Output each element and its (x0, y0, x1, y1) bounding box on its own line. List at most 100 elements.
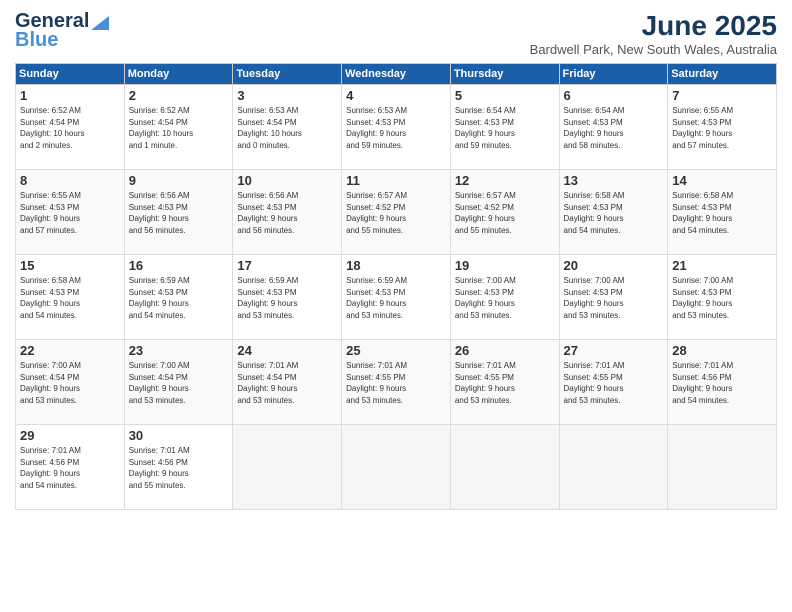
calendar-header-row: SundayMondayTuesdayWednesdayThursdayFrid… (16, 64, 777, 85)
col-header-tuesday: Tuesday (233, 64, 342, 85)
calendar-cell (559, 425, 668, 510)
calendar-cell: 2 Sunrise: 6:52 AM Sunset: 4:54 PM Daylig… (124, 85, 233, 170)
day-number: 28 (672, 343, 772, 358)
calendar-cell: 26 Sunrise: 7:01 AM Sunset: 4:55 PM Dayli… (450, 340, 559, 425)
calendar-cell: 7 Sunrise: 6:55 AM Sunset: 4:53 PM Daylig… (668, 85, 777, 170)
calendar-cell: 6 Sunrise: 6:54 AM Sunset: 4:53 PM Daylig… (559, 85, 668, 170)
day-info: Sunrise: 6:59 AM Sunset: 4:53 PM Dayligh… (129, 275, 229, 321)
day-number: 12 (455, 173, 555, 188)
calendar-cell: 5Sunrise: 6:54 AM Sunset: 4:53 PM Daylig… (450, 85, 559, 170)
day-number: 25 (346, 343, 446, 358)
calendar-cell: 14Sunrise: 6:58 AM Sunset: 4:53 PM Dayli… (668, 170, 777, 255)
col-header-saturday: Saturday (668, 64, 777, 85)
day-info: Sunrise: 6:53 AM Sunset: 4:54 PM Dayligh… (237, 105, 337, 151)
day-number: 9 (129, 173, 229, 188)
day-number: 4 (346, 88, 446, 103)
col-header-sunday: Sunday (16, 64, 125, 85)
day-info: Sunrise: 6:58 AM Sunset: 4:53 PM Dayligh… (564, 190, 664, 236)
calendar-cell: 10 Sunrise: 6:56 AM Sunset: 4:53 PM Dayli… (233, 170, 342, 255)
week-row-4: 22 Sunrise: 7:00 AM Sunset: 4:54 PM Dayli… (16, 340, 777, 425)
day-number: 6 (564, 88, 664, 103)
col-header-thursday: Thursday (450, 64, 559, 85)
day-number: 21 (672, 258, 772, 273)
week-row-2: 8 Sunrise: 6:55 AM Sunset: 4:53 PM Daylig… (16, 170, 777, 255)
day-info: Sunrise: 6:53 AM Sunset: 4:53 PM Dayligh… (346, 105, 446, 151)
day-number: 23 (129, 343, 229, 358)
day-info: Sunrise: 7:00 AM Sunset: 4:53 PM Dayligh… (564, 275, 664, 321)
calendar-cell (668, 425, 777, 510)
calendar-cell (342, 425, 451, 510)
day-number: 1 (20, 88, 120, 103)
day-number: 24 (237, 343, 337, 358)
calendar-cell: 11 Sunrise: 6:57 AM Sunset: 4:52 PM Dayli… (342, 170, 451, 255)
day-info: Sunrise: 7:00 AM Sunset: 4:53 PM Dayligh… (672, 275, 772, 321)
calendar-cell: 27 Sunrise: 7:01 AM Sunset: 4:55 PM Dayli… (559, 340, 668, 425)
calendar-cell (233, 425, 342, 510)
day-number: 30 (129, 428, 229, 443)
logo: General Blue (15, 10, 109, 52)
calendar-cell: 12 Sunrise: 6:57 AM Sunset: 4:52 PM Dayli… (450, 170, 559, 255)
calendar-cell: 30 Sunrise: 7:01 AM Sunset: 4:56 PM Dayli… (124, 425, 233, 510)
calendar-cell: 29Sunrise: 7:01 AM Sunset: 4:56 PM Dayli… (16, 425, 125, 510)
day-info: Sunrise: 7:01 AM Sunset: 4:55 PM Dayligh… (346, 360, 446, 406)
day-number: 2 (129, 88, 229, 103)
calendar-cell: 13Sunrise: 6:58 AM Sunset: 4:53 PM Dayli… (559, 170, 668, 255)
day-info: Sunrise: 7:00 AM Sunset: 4:53 PM Dayligh… (455, 275, 555, 321)
day-info: Sunrise: 7:00 AM Sunset: 4:54 PM Dayligh… (129, 360, 229, 406)
day-number: 15 (20, 258, 120, 273)
page-header: General Blue June 2025 Bardwell Park, Ne… (15, 10, 777, 57)
day-number: 29 (20, 428, 120, 443)
calendar-cell: 21 Sunrise: 7:00 AM Sunset: 4:53 PM Dayli… (668, 255, 777, 340)
day-info: Sunrise: 7:01 AM Sunset: 4:55 PM Dayligh… (455, 360, 555, 406)
calendar-cell: 24 Sunrise: 7:01 AM Sunset: 4:54 PM Dayli… (233, 340, 342, 425)
week-row-3: 15 Sunrise: 6:58 AM Sunset: 4:53 PM Dayli… (16, 255, 777, 340)
day-number: 10 (237, 173, 337, 188)
day-info: Sunrise: 7:01 AM Sunset: 4:54 PM Dayligh… (237, 360, 337, 406)
month-title: June 2025 (530, 10, 777, 42)
calendar-cell: 20 Sunrise: 7:00 AM Sunset: 4:53 PM Dayli… (559, 255, 668, 340)
col-header-wednesday: Wednesday (342, 64, 451, 85)
col-header-monday: Monday (124, 64, 233, 85)
day-number: 19 (455, 258, 555, 273)
day-info: Sunrise: 6:54 AM Sunset: 4:53 PM Dayligh… (455, 105, 555, 151)
week-row-1: 1 Sunrise: 6:52 AM Sunset: 4:54 PM Daylig… (16, 85, 777, 170)
day-number: 11 (346, 173, 446, 188)
day-info: Sunrise: 6:55 AM Sunset: 4:53 PM Dayligh… (20, 190, 120, 236)
calendar-cell: 3Sunrise: 6:53 AM Sunset: 4:54 PM Daylig… (233, 85, 342, 170)
calendar-cell: 17Sunrise: 6:59 AM Sunset: 4:53 PM Dayli… (233, 255, 342, 340)
day-info: Sunrise: 6:58 AM Sunset: 4:53 PM Dayligh… (672, 190, 772, 236)
calendar-cell: 15 Sunrise: 6:58 AM Sunset: 4:53 PM Dayli… (16, 255, 125, 340)
day-info: Sunrise: 7:01 AM Sunset: 4:55 PM Dayligh… (564, 360, 664, 406)
title-section: June 2025 Bardwell Park, New South Wales… (530, 10, 777, 57)
calendar-cell: 16Sunrise: 6:59 AM Sunset: 4:53 PM Dayli… (124, 255, 233, 340)
day-info: Sunrise: 6:59 AM Sunset: 4:53 PM Dayligh… (237, 275, 337, 321)
calendar-cell (450, 425, 559, 510)
day-number: 8 (20, 173, 120, 188)
calendar-cell: 22Sunrise: 7:00 AM Sunset: 4:54 PM Dayli… (16, 340, 125, 425)
calendar-cell: 1 Sunrise: 6:52 AM Sunset: 4:54 PM Daylig… (16, 85, 125, 170)
day-number: 27 (564, 343, 664, 358)
day-info: Sunrise: 6:55 AM Sunset: 4:53 PM Dayligh… (672, 105, 772, 151)
day-info: Sunrise: 6:52 AM Sunset: 4:54 PM Dayligh… (20, 105, 120, 151)
calendar-table: SundayMondayTuesdayWednesdayThursdayFrid… (15, 63, 777, 510)
week-row-5: 29 Sunrise: 7:01 AM Sunset: 4:56 PM Dayli… (16, 425, 777, 510)
day-number: 18 (346, 258, 446, 273)
day-info: Sunrise: 6:56 AM Sunset: 4:53 PM Dayligh… (129, 190, 229, 236)
day-info: Sunrise: 6:54 AM Sunset: 4:53 PM Dayligh… (564, 105, 664, 151)
calendar-cell: 23 Sunrise: 7:00 AM Sunset: 4:54 PM Dayli… (124, 340, 233, 425)
day-number: 26 (455, 343, 555, 358)
day-info: Sunrise: 7:01 AM Sunset: 4:56 PM Dayligh… (672, 360, 772, 406)
day-info: Sunrise: 6:58 AM Sunset: 4:53 PM Dayligh… (20, 275, 120, 321)
day-number: 20 (564, 258, 664, 273)
calendar-cell: 18Sunrise: 6:59 AM Sunset: 4:53 PM Dayli… (342, 255, 451, 340)
day-number: 7 (672, 88, 772, 103)
day-info: Sunrise: 6:56 AM Sunset: 4:53 PM Dayligh… (237, 190, 337, 236)
day-info: Sunrise: 6:52 AM Sunset: 4:54 PM Dayligh… (129, 105, 229, 151)
day-info: Sunrise: 7:01 AM Sunset: 4:56 PM Dayligh… (129, 445, 229, 491)
day-info: Sunrise: 6:57 AM Sunset: 4:52 PM Dayligh… (455, 190, 555, 236)
logo-blue: Blue (15, 29, 58, 52)
day-info: Sunrise: 6:57 AM Sunset: 4:52 PM Dayligh… (346, 190, 446, 236)
logo-arrow-icon (91, 16, 109, 30)
calendar-cell: 28 Sunrise: 7:01 AM Sunset: 4:56 PM Dayli… (668, 340, 777, 425)
day-number: 22 (20, 343, 120, 358)
